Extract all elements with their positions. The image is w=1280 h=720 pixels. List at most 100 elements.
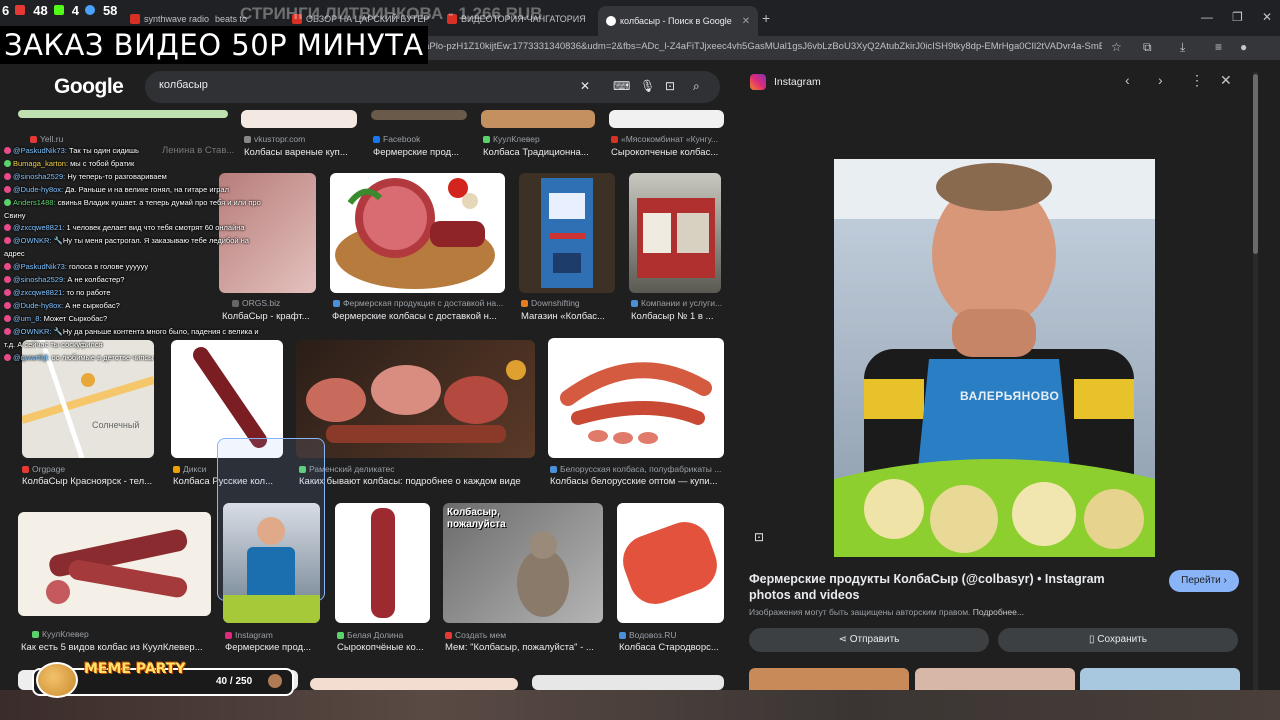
shop-kiosk-image <box>637 198 715 278</box>
google-lens-icon[interactable]: ⊡ <box>754 530 764 544</box>
minimize-icon[interactable]: — <box>1201 10 1213 24</box>
visit-button[interactable]: Перейти › <box>1169 570 1239 592</box>
youtube-icon <box>4 301 11 309</box>
result-image[interactable] <box>241 110 357 128</box>
chat-message: @sinosha2529: Ну теперь-то разговариваем <box>4 171 266 184</box>
stat-value: 4 <box>71 2 79 18</box>
farmer-portrait-image <box>834 159 1155 557</box>
close-tab-icon[interactable]: ✕ <box>742 16 750 27</box>
screen: synthwave radio beats to ОБЗОР НА ЦАРСКИ… <box>0 0 1280 720</box>
result-image[interactable]: Колбасыр, пожалуйста <box>443 503 603 623</box>
favicon-icon <box>550 465 557 473</box>
extensions-icon[interactable]: ⧉ <box>1143 40 1152 55</box>
bookmark-star-icon[interactable]: ☆ <box>1111 40 1122 54</box>
meme-party-count: 40 / 250 <box>216 676 253 687</box>
save-button[interactable]: ▯ Сохранить <box>998 628 1238 652</box>
chat-message: Bumaga_karton: мы с тобой братик <box>4 158 266 171</box>
copyright-notice: Изображения могут быть защищены авторски… <box>749 607 1024 617</box>
result-image[interactable] <box>296 340 535 458</box>
scrollbar[interactable] <box>1253 72 1258 692</box>
sausage-assortment-image <box>306 360 526 443</box>
chat-message: @Dude-hy8ox: Да. Раньше и на велике гоня… <box>4 184 266 197</box>
youtube-icon <box>4 224 11 232</box>
tab-google-search[interactable]: колбасыр - Поиск в Google ✕ <box>598 6 758 36</box>
kick-icon <box>4 159 11 167</box>
chat-message: @PaskudNik73: голоса в голове уууууу <box>4 261 266 274</box>
result-image[interactable] <box>519 173 615 293</box>
instagram-icon <box>225 631 232 639</box>
microphone-icon[interactable]: 🎙 <box>640 79 655 93</box>
related-image[interactable] <box>1080 668 1240 690</box>
prev-arrow-icon[interactable]: ‹ <box>1125 72 1130 88</box>
favicon-icon <box>32 630 39 638</box>
result-image[interactable] <box>18 512 211 616</box>
clear-icon[interactable]: ✕ <box>580 79 590 93</box>
close-preview-icon[interactable]: ✕ <box>1220 72 1232 89</box>
keyboard-icon[interactable]: ⌨ <box>613 79 630 93</box>
chat-message: @um_8: Может Сыркобас? <box>4 313 266 326</box>
chat-message: @PaskudNik73: Так ты один сидишь <box>4 145 266 158</box>
facebook-icon <box>373 135 380 143</box>
new-tab-button[interactable]: + <box>762 10 770 26</box>
preview-image[interactable]: ВАЛЕРЬЯНОВО <box>834 159 1155 557</box>
url-field[interactable]: aRaPlo-pzH1Z10kijtEw:1773331340836&udm=2… <box>412 41 1102 52</box>
stat-value: 6 <box>2 2 10 18</box>
chat-message: @OWNKR: 🔧Ну ты меня растрогал. Я заказыв… <box>4 236 249 259</box>
youtube-icon <box>4 147 11 154</box>
favicon-icon <box>173 465 180 473</box>
result-image[interactable] <box>18 110 228 118</box>
youtube-icon <box>15 5 26 15</box>
result-image[interactable] <box>532 675 724 690</box>
result-image[interactable] <box>629 173 721 293</box>
donation-ticker: СТРИНГИ ЛИТВИНКОВА - 1,266 RUB <box>240 4 543 23</box>
kick-icon <box>4 198 11 206</box>
kick-icon <box>53 5 64 15</box>
search-icon[interactable]: ⌕ <box>693 79 700 94</box>
learn-more-link[interactable]: Подробнее... <box>973 607 1024 617</box>
favicon-icon <box>337 631 344 639</box>
chat-message: @OWNKR: 🔧Ну да раньше контента много был… <box>4 326 259 349</box>
result-image[interactable] <box>223 503 320 623</box>
close-window-icon[interactable]: ✕ <box>1262 10 1272 24</box>
sausage-pack-image <box>623 522 717 604</box>
result-image[interactable] <box>330 173 505 293</box>
farmer-image <box>223 517 320 623</box>
profile-icon[interactable]: ● <box>1240 40 1247 54</box>
maximize-icon[interactable]: ❐ <box>1232 10 1243 24</box>
search-input[interactable] <box>159 79 559 91</box>
result-image[interactable] <box>481 110 595 128</box>
related-image[interactable] <box>915 668 1075 690</box>
favicon-icon <box>244 135 251 143</box>
result-image[interactable] <box>617 503 724 623</box>
scrollbar-thumb[interactable] <box>1253 74 1258 254</box>
map-label: Солнечный <box>92 420 140 430</box>
favicon-icon <box>631 299 638 307</box>
youtube-icon <box>4 185 11 193</box>
favicon-icon <box>611 135 618 143</box>
share-button[interactable]: ⋖ Отправить <box>749 628 989 652</box>
more-options-icon[interactable]: ⋮ <box>1190 72 1204 89</box>
meme-party-widget: MEME PARTY 40 / 250 <box>32 661 296 698</box>
search-box[interactable]: ✕ ⌨ 🎙 ⊡ ⌕ <box>145 71 720 103</box>
google-logo[interactable]: Google <box>54 75 124 99</box>
sausage-ring-image <box>560 362 712 444</box>
result-image[interactable] <box>548 338 724 458</box>
media-control-icon[interactable]: ≡ <box>1215 40 1222 54</box>
related-image[interactable] <box>749 668 909 690</box>
result-image[interactable] <box>335 503 430 623</box>
preview-source[interactable]: Instagram <box>750 74 821 90</box>
download-icon[interactable]: ⤓ <box>1180 40 1185 55</box>
doge-icon <box>36 662 78 698</box>
preview-title[interactable]: Фермерские продукты КолбаСыр (@colbasyr)… <box>749 571 1149 603</box>
salami-image <box>46 529 188 604</box>
chat-message: @zxcqwe8821: 1 человек делает вид что те… <box>4 222 266 235</box>
image-preview-panel: Instagram ‹ › ⋮ ✕ ВАЛЕРЬЯНОВО ⊡ Фермерск… <box>738 60 1262 690</box>
result-image[interactable] <box>371 110 467 120</box>
result-image[interactable] <box>609 110 724 128</box>
next-arrow-icon[interactable]: › <box>1158 72 1163 88</box>
chat-message: @Dude-hy8ox: А не сыркобас? <box>4 300 266 313</box>
stream-chat: @PaskudNik73: Так ты один сидишь Bumaga_… <box>4 145 266 364</box>
lens-icon[interactable]: ⊡ <box>665 79 675 93</box>
stream-stats: 6 48 4 58 <box>0 0 117 20</box>
result-image[interactable] <box>310 678 518 690</box>
